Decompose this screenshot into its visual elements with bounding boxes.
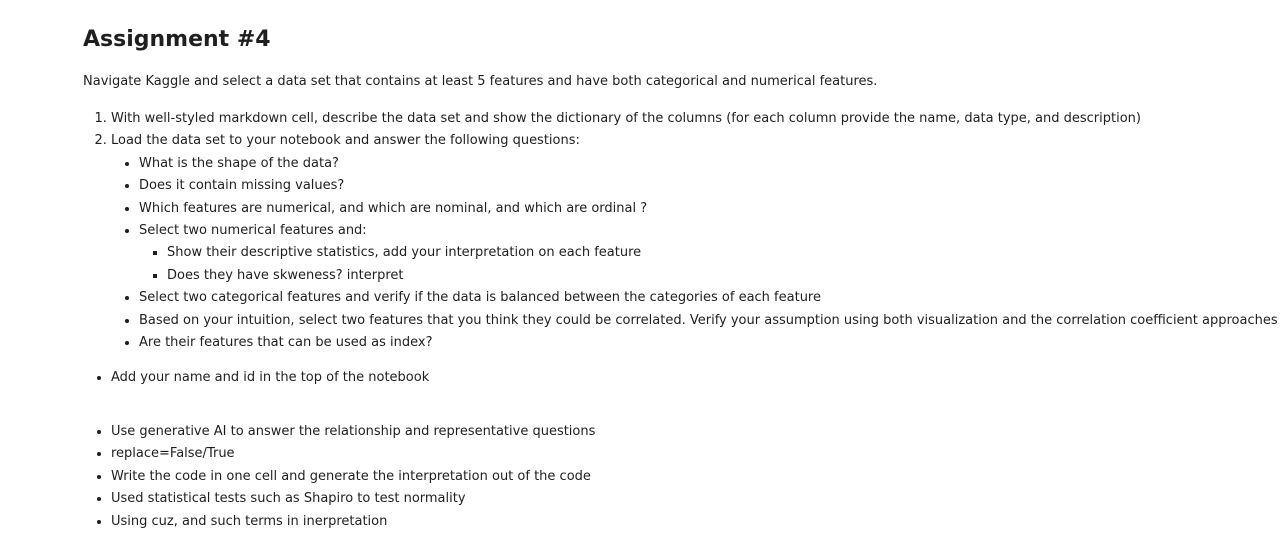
question-text: Select two numerical features and: [139, 223, 367, 239]
question-text: Does it contain missing values? [139, 178, 345, 194]
list-item: Used statistical tests such as Shapiro t… [111, 488, 595, 510]
list-item: Are their features that can be used as i… [139, 332, 1278, 354]
step-2: Load the data set to your notebook and a… [111, 130, 1278, 354]
sub-question-text: Show their descriptive statistics, add y… [167, 245, 642, 261]
step-1: With well-styled markdown cell, describe… [111, 108, 1278, 130]
page-title: Assignment #4 [83, 27, 271, 52]
list-item: Based on your intuition, select two feat… [139, 310, 1278, 332]
list-item: Write the code in one cell and generate … [111, 466, 595, 488]
extra-text: replace=False/True [111, 446, 235, 462]
list-item: Show their descriptive statistics, add y… [167, 242, 1278, 264]
note-text: Add your name and id in the top of the n… [111, 370, 430, 385]
note-list: Add your name and id in the top of the n… [83, 367, 429, 389]
question-text: Which features are numerical, and which … [139, 200, 648, 216]
intro-paragraph: Navigate Kaggle and select a data set th… [83, 74, 878, 89]
extra-text: Using cuz, and such terms in inerpretati… [111, 513, 388, 529]
list-item: Select two categorical features and veri… [139, 287, 1278, 309]
list-item: Does they have skweness? interpret [167, 265, 1278, 287]
question-text: What is the shape of the data? [139, 155, 339, 171]
extra-text: Used statistical tests such as Shapiro t… [111, 491, 466, 507]
list-item: Add your name and id in the top of the n… [111, 367, 429, 389]
extras-list: Use generative AI to answer the relation… [83, 421, 595, 533]
steps-list: With well-styled markdown cell, describe… [83, 108, 1278, 354]
extra-text: Write the code in one cell and generate … [111, 468, 591, 484]
question-text: Based on your intuition, select two feat… [139, 312, 1278, 328]
list-item: Does it contain missing values? [139, 175, 1278, 197]
step-1-text: With well-styled markdown cell, describe… [111, 111, 1141, 126]
questions-list: What is the shape of the data? Does it c… [111, 153, 1278, 355]
sub-questions-list: Show their descriptive statistics, add y… [139, 242, 1278, 287]
list-item: What is the shape of the data? [139, 153, 1278, 175]
question-text: Select two categorical features and veri… [139, 290, 821, 306]
step-2-text: Load the data set to your notebook and a… [111, 133, 580, 149]
extra-text: Use generative AI to answer the relation… [111, 424, 596, 439]
list-item: Use generative AI to answer the relation… [111, 421, 595, 443]
list-item: Using cuz, and such terms in inerpretati… [111, 511, 595, 533]
list-item: Select two numerical features and: Show … [139, 220, 1278, 287]
sub-question-text: Does they have skweness? interpret [167, 267, 404, 283]
question-text: Are their features that can be used as i… [139, 335, 433, 351]
list-item: replace=False/True [111, 443, 595, 465]
list-item: Which features are numerical, and which … [139, 198, 1278, 220]
